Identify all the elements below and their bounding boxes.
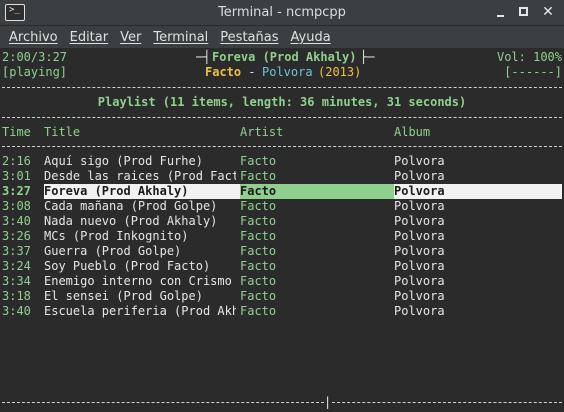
volume-level: Vol: 100%: [496, 50, 562, 64]
maximize-icon[interactable]: [516, 4, 532, 20]
track-artist: Facto: [240, 259, 277, 273]
playlist-row[interactable]: 3:08 Cada mañana (Prod Golpe) Facto Polvora: [0, 199, 564, 214]
column-title[interactable]: Title: [44, 125, 80, 140]
track-title: Foreva (Prod Akhaly): [44, 184, 236, 199]
track-title: Enemigo interno con Crismo: [44, 274, 232, 288]
now-playing-bracket-right: ├─: [360, 50, 375, 64]
track-time: 3:26: [2, 229, 31, 243]
menu-ver[interactable]: Ver: [114, 30, 147, 45]
playlist-row[interactable]: 3:26 MCs (Prod Inkognito) Facto Polvora: [0, 229, 564, 244]
track-title: Aquí sigo (Prod Furhe): [44, 154, 203, 168]
playlist-row[interactable]: 3:40 Nada nuevo (Prod Akhaly) Facto Polvora: [0, 214, 564, 229]
now-playing-year: (2013): [318, 65, 362, 79]
track-title: Nada nuevo (Prod Akhaly): [44, 214, 218, 228]
playlist-row[interactable]: 3:37 Guerra (Prod Golpe) Facto Polvora: [0, 244, 564, 259]
track-title: El sensei (Prod Golpe): [44, 289, 203, 303]
track-artist: Facto: [240, 289, 277, 303]
menu-ayuda[interactable]: Ayuda: [285, 30, 337, 45]
window-titlebar[interactable]: >_ Terminal - ncmpcpp ✕: [0, 0, 564, 26]
now-playing-bracket-left: ─┤: [196, 50, 211, 64]
track-artist: Facto: [240, 214, 277, 228]
track-time: 3:34: [2, 274, 31, 288]
now-playing-title: Foreva (Prod Akhaly): [212, 50, 357, 64]
track-album: Polvora: [394, 244, 445, 258]
menu-editar[interactable]: Editar: [64, 30, 115, 45]
playlist-row[interactable]: 3:27 Foreva (Prod Akhaly) Facto Polvora: [0, 184, 564, 199]
track-artist: Facto: [240, 244, 277, 258]
track-artist: Facto: [240, 184, 390, 199]
playlist-row[interactable]: 3:18 El sensei (Prod Golpe) Facto Polvora: [0, 289, 564, 304]
track-time: 3:40: [2, 214, 31, 228]
column-artist[interactable]: Artist: [240, 125, 283, 140]
track-time: 3:18: [2, 289, 31, 303]
track-artist: Facto: [240, 199, 277, 213]
terminal-area[interactable]: 2:00/3:27 [playing] ─┤ Foreva (Prod Akha…: [0, 48, 564, 412]
playlist-row[interactable]: 3:34 Enemigo interno con Crismo Facto Polvo…: [0, 274, 564, 289]
track-time: 3:37: [2, 244, 31, 258]
track-artist: Facto: [240, 154, 277, 168]
track-album: Polvora: [394, 199, 445, 213]
progress-bar-elapsed[interactable]: [2, 402, 324, 403]
track-title: Desde las raices (Prod Fact: [44, 169, 236, 183]
progress-marker[interactable]: |: [324, 395, 331, 410]
playlist-row[interactable]: 3:24 Soy Pueblo (Prod Facto) Facto Polvora: [0, 259, 564, 274]
track-album: Polvora: [394, 169, 445, 183]
menu-terminal[interactable]: Terminal: [147, 30, 214, 45]
now-playing-separator: -: [241, 65, 263, 79]
now-playing-album: Polvora: [262, 65, 313, 79]
menu-archivo[interactable]: Archivo: [3, 30, 64, 45]
progress-bar-remaining[interactable]: [332, 402, 562, 403]
column-album[interactable]: Album: [394, 125, 430, 140]
track-time: 3:27: [2, 184, 31, 198]
elapsed-time: 2:00/3:27: [2, 50, 68, 64]
playlist-row[interactable]: 2:16 Aquí sigo (Prod Furhe) Facto Polvora: [0, 154, 564, 169]
separator-header: [2, 117, 562, 118]
track-album: Polvora: [394, 274, 445, 288]
track-time: 2:16: [2, 154, 31, 168]
track-artist: Facto: [240, 274, 277, 288]
playlist-row[interactable]: 3:01 Desde las raices (Prod Fact Facto Polv…: [0, 169, 564, 184]
track-time: 3:24: [2, 259, 31, 273]
track-artist: Facto: [240, 169, 277, 183]
track-title: Soy Pueblo (Prod Facto): [44, 259, 211, 273]
track-album: Polvora: [394, 304, 445, 318]
track-album: Polvora: [394, 184, 562, 199]
track-artist: Facto: [240, 304, 277, 318]
track-album: Polvora: [394, 229, 445, 243]
close-icon[interactable]: ✕: [540, 4, 556, 20]
track-time: 3:01: [2, 169, 31, 183]
playlist-row[interactable]: 3:40 Escuela periferia (Prod Akh Facto Polv…: [0, 304, 564, 319]
track-title: MCs (Prod Inkognito): [44, 229, 189, 243]
window-title: Terminal - ncmpcpp: [218, 5, 346, 20]
track-album: Polvora: [394, 259, 445, 273]
playlist-header: Playlist (11 items, length: 36 minutes, …: [97, 95, 467, 109]
minimize-icon[interactable]: [493, 4, 509, 20]
separator-top: [2, 87, 562, 88]
track-artist: Facto: [240, 229, 277, 243]
track-time: 3:08: [2, 199, 31, 213]
menu-pestanas[interactable]: Pestañas: [214, 30, 284, 45]
track-time: 3:40: [2, 304, 31, 318]
column-time[interactable]: Time: [2, 125, 31, 140]
track-title: Guerra (Prod Golpe): [44, 244, 182, 258]
menubar: Archivo Editar Ver Terminal Pestañas Ayu…: [0, 26, 564, 48]
player-state: [playing]: [2, 65, 68, 79]
track-title: Cada mañana (Prod Golpe): [44, 199, 218, 213]
separator-columns: [2, 146, 562, 147]
track-album: Polvora: [394, 154, 445, 168]
now-playing-artist: Facto: [205, 65, 242, 79]
track-album: Polvora: [394, 214, 445, 228]
track-title: Escuela periferia (Prod Akh: [44, 304, 236, 318]
playback-modes: [------]: [504, 65, 562, 79]
track-album: Polvora: [394, 289, 445, 303]
